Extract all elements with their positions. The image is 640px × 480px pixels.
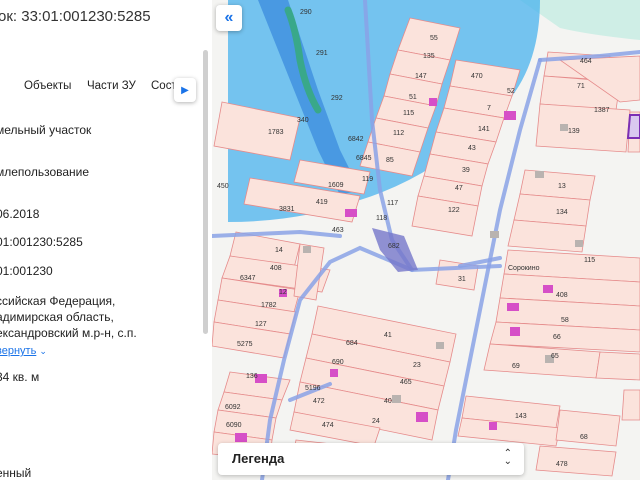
collapse-panel-button[interactable]: « — [216, 5, 242, 31]
expand-link-label[interactable]: вернуть — [0, 345, 36, 357]
plot-number-label: 55 — [430, 35, 438, 42]
plot-number-label: 23 — [413, 362, 421, 369]
legend-label: Легенда — [232, 451, 285, 466]
plot-number-label: 1783 — [268, 129, 284, 136]
plot-number-label: 1609 — [328, 182, 344, 189]
field-status: енный — [0, 466, 32, 480]
plot-number-label: 1387 — [594, 107, 610, 114]
plot-number-label: 71 — [577, 83, 585, 90]
plot-number-label: 65 — [551, 353, 559, 360]
plot-number-label: 40 — [384, 398, 392, 405]
plot-number-label: 5196 — [305, 385, 321, 392]
plot-number-label: 690 — [332, 359, 344, 366]
plot-number-label: 478 — [556, 461, 568, 468]
plot-number-label: 117 — [387, 200, 398, 207]
plot-number-label: 3831 — [279, 206, 295, 213]
plot-number-label: 118 — [376, 215, 387, 222]
chevron-down-icon: ⌄ — [39, 346, 47, 356]
plot-number-label: 13 — [558, 183, 566, 190]
plot-number-label: 24 — [372, 418, 380, 425]
double-chevron-left-icon: « — [224, 9, 234, 26]
plot-number-label: 127 — [255, 321, 267, 328]
plot-number-label: 464 — [580, 58, 592, 65]
plot-number-label: 340 — [297, 117, 309, 124]
plot-number-label: 6845 — [356, 155, 372, 162]
plot-number-label: 51 — [409, 94, 417, 101]
plot-number-label: 69 — [512, 363, 520, 370]
plot-number-label: 31 — [458, 276, 466, 283]
plot-number-label: 292 — [331, 95, 343, 102]
plot-number-label: 115 — [584, 257, 595, 264]
plot-number-label: 465 — [400, 379, 412, 386]
plot-number-label: 115 — [403, 110, 414, 117]
plot-number-label: 134 — [556, 209, 568, 216]
panel-scrollbar[interactable] — [203, 50, 208, 334]
plot-number-label: 135 — [423, 53, 435, 60]
info-panel: ок: 33:01:001230:5285 Объекты Части ЗУ С… — [0, 0, 212, 480]
field-type: мельный участок — [0, 123, 92, 137]
plot-number-label: 472 — [313, 398, 325, 405]
plot-number-label: 112 — [393, 130, 404, 137]
panel-title: ок: 33:01:001230:5285 — [0, 8, 151, 25]
plot-number-label: 136 — [246, 373, 258, 380]
plot-number-label: 450 — [217, 183, 229, 190]
tabs-scroll-right-button[interactable]: ▶ — [174, 78, 196, 102]
plot-number-label: 122 — [448, 207, 460, 214]
plot-number-label: 58 — [561, 317, 569, 324]
plot-number-label: 290 — [300, 9, 312, 16]
plot-number-label: 6092 — [225, 404, 241, 411]
plot-number-label: 12 — [279, 289, 287, 296]
plot-number-label: 68 — [580, 434, 588, 441]
plot-number-label: 52 — [507, 88, 515, 95]
plot-number-label: 139 — [568, 128, 580, 135]
plot-number-label: 147 — [415, 73, 427, 80]
field-cadnum: 01:001230:5285 — [0, 235, 83, 249]
street-label: Сорокино — [508, 265, 540, 272]
plot-number-label: 408 — [556, 292, 568, 299]
plot-number-label: 408 — [270, 265, 282, 272]
plot-number-label: 419 — [316, 199, 328, 206]
plot-number-label: 66 — [553, 334, 561, 341]
plot-number-label: 474 — [322, 422, 334, 429]
tab-parts[interactable]: Части ЗУ — [87, 80, 136, 92]
plot-number-label: 6842 — [348, 136, 364, 143]
plot-number-label: 43 — [468, 145, 476, 152]
plot-number-label: 39 — [462, 167, 470, 174]
tab-objects[interactable]: Объекты — [24, 80, 71, 92]
plot-number-label: 6090 — [226, 422, 242, 429]
field-address-3: ександровский м.р-н, с.п. — [0, 326, 137, 340]
field-address-1: ссийская Федерация, — [0, 294, 116, 308]
selected-parcel[interactable] — [626, 114, 640, 139]
plot-number-label: 14 — [275, 247, 283, 254]
field-area: 34 кв. м — [0, 370, 40, 384]
plot-number-label: 470 — [471, 73, 483, 80]
field-address-2: адимирская область, — [0, 310, 114, 324]
plot-number-label: 41 — [384, 332, 392, 339]
field-use: млепользование — [0, 165, 90, 179]
plot-number-label: 143 — [515, 413, 527, 420]
plot-number-label: 5275 — [237, 341, 253, 348]
expand-collapse-icon[interactable]: ⌃ ⌄ — [504, 449, 512, 467]
chevron-right-icon: ▶ — [181, 84, 189, 96]
plot-number-label: 291 — [316, 50, 328, 57]
plot-number-label: 119 — [362, 176, 373, 183]
plot-number-label: 85 — [386, 157, 394, 164]
plot-number-label: 141 — [478, 126, 490, 133]
plot-number-label: 47 — [455, 185, 463, 192]
plot-number-label: 1782 — [261, 302, 277, 309]
map-canvas[interactable]: 290 291 292 340 1783 6842 6845 1609 119 419 3831 11… — [212, 0, 640, 480]
map-view[interactable]: 290 291 292 340 1783 6842 6845 1609 119 419 3831 11… — [212, 0, 640, 480]
legend-bar[interactable]: Легенда ⌃ ⌄ — [218, 443, 524, 475]
plot-number-label: 7 — [487, 105, 491, 112]
expand-address-link[interactable]: вернуть ⌄ — [0, 343, 47, 359]
plot-number-label: 684 — [346, 340, 358, 347]
plot-number-label: 682 — [388, 243, 400, 250]
field-quarter: 01:001230 — [0, 264, 53, 278]
plot-number-label: 463 — [332, 227, 344, 234]
plot-number-label: 6347 — [240, 275, 256, 282]
field-date: 06.2018 — [0, 207, 40, 221]
